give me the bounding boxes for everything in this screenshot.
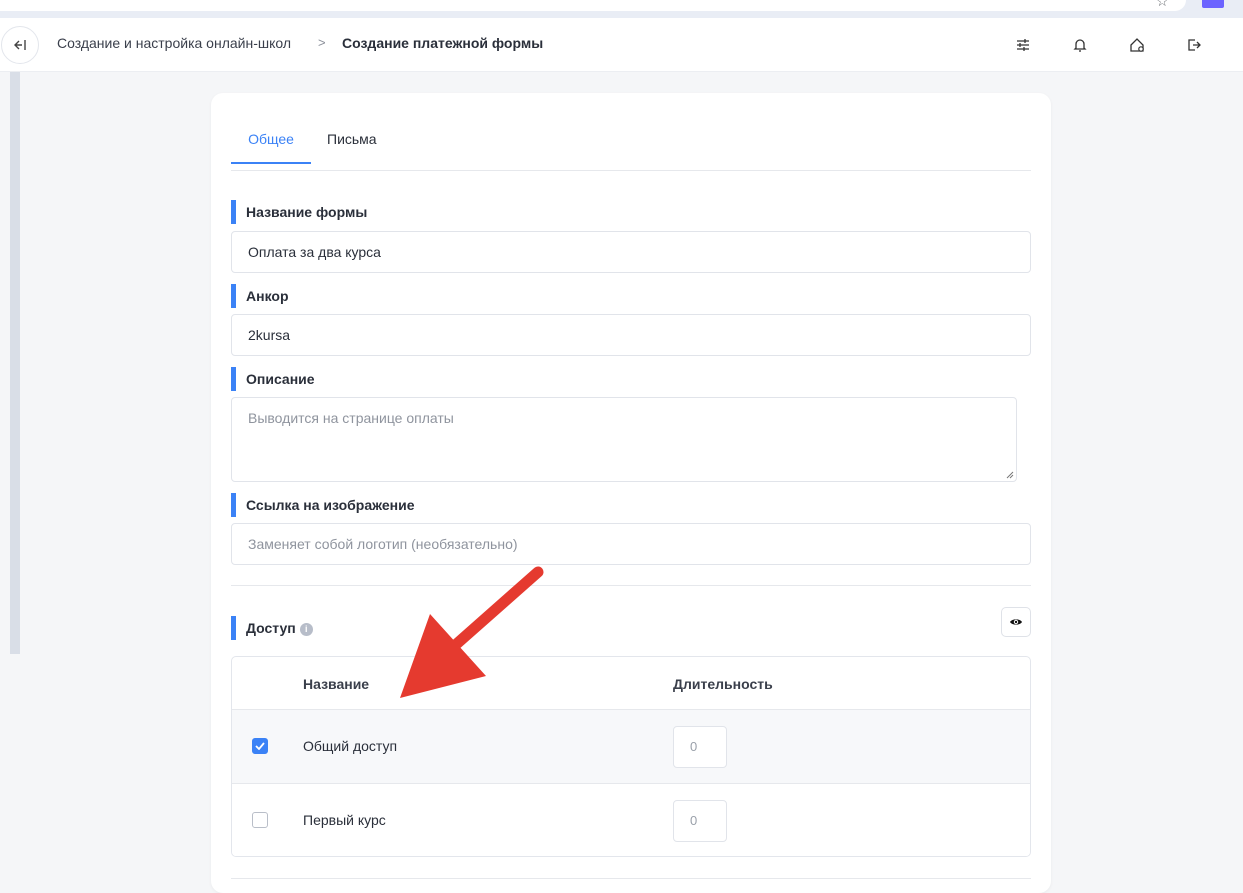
access-checkbox[interactable] bbox=[252, 738, 268, 754]
sidebar-rail bbox=[10, 72, 20, 654]
breadcrumb-current: Создание платежной формы bbox=[342, 35, 544, 51]
section-divider bbox=[231, 585, 1031, 586]
checkmark-icon bbox=[255, 742, 265, 750]
browser-chrome-strip: ☆ bbox=[0, 0, 1243, 18]
description-placeholder: Выводится на странице оплаты bbox=[248, 410, 454, 426]
address-bar[interactable] bbox=[0, 0, 1186, 11]
column-header-name: Название bbox=[303, 676, 370, 692]
sliders-icon[interactable] bbox=[1014, 36, 1032, 54]
form-name-input[interactable]: Оплата за два курса bbox=[231, 231, 1031, 273]
info-icon[interactable]: i bbox=[299, 622, 313, 636]
logout-icon[interactable] bbox=[1185, 36, 1203, 54]
tab-general[interactable]: Общее bbox=[231, 131, 311, 164]
access-name: Общий доступ bbox=[303, 738, 398, 754]
preview-toggle-button[interactable] bbox=[1001, 607, 1031, 637]
image-link-label: Ссылка на изображение bbox=[231, 493, 415, 517]
form-name-label: Название формы bbox=[231, 200, 367, 224]
access-label-text: Доступ bbox=[246, 620, 296, 636]
bell-icon[interactable] bbox=[1071, 36, 1089, 54]
bookmark-star-icon[interactable]: ☆ bbox=[1156, 0, 1169, 10]
eye-icon bbox=[1010, 619, 1022, 625]
anchor-input[interactable]: 2kursa bbox=[231, 314, 1031, 356]
tab-bar: Общее Письма bbox=[231, 119, 1031, 171]
collapse-left-icon bbox=[14, 40, 26, 50]
image-link-input[interactable]: Заменяет собой логотип (необязательно) bbox=[231, 523, 1031, 565]
tab-letters[interactable]: Письма bbox=[327, 131, 377, 163]
column-header-duration: Длительность bbox=[673, 676, 773, 692]
anchor-label: Анкор bbox=[231, 284, 289, 308]
breadcrumb-separator: > bbox=[318, 35, 326, 50]
extension-badge-icon[interactable] bbox=[1202, 0, 1224, 8]
duration-input[interactable]: 0 bbox=[673, 800, 727, 842]
duration-input[interactable]: 0 bbox=[673, 726, 727, 768]
form-card: Общее Письма Название формы Оплата за дв… bbox=[211, 93, 1051, 893]
access-name: Первый курс bbox=[303, 812, 386, 828]
description-textarea[interactable]: Выводится на странице оплаты bbox=[231, 397, 1017, 482]
access-checkbox[interactable] bbox=[252, 812, 268, 828]
access-label: Доступ i bbox=[231, 616, 313, 640]
home-settings-icon[interactable] bbox=[1128, 36, 1146, 54]
section-divider bbox=[231, 878, 1031, 879]
breadcrumb-parent[interactable]: Создание и настройка онлайн-школ bbox=[57, 35, 291, 51]
access-table: Название Длительность Общий доступ 0 Пер… bbox=[231, 656, 1031, 857]
collapse-sidebar-button[interactable] bbox=[1, 26, 39, 64]
resize-grip-icon[interactable] bbox=[1006, 471, 1014, 479]
description-label: Описание bbox=[231, 367, 315, 391]
top-bar: Создание и настройка онлайн-школ > Созда… bbox=[0, 18, 1243, 72]
table-row: Первый курс 0 bbox=[232, 783, 1030, 856]
table-row: Общий доступ 0 bbox=[232, 709, 1030, 783]
